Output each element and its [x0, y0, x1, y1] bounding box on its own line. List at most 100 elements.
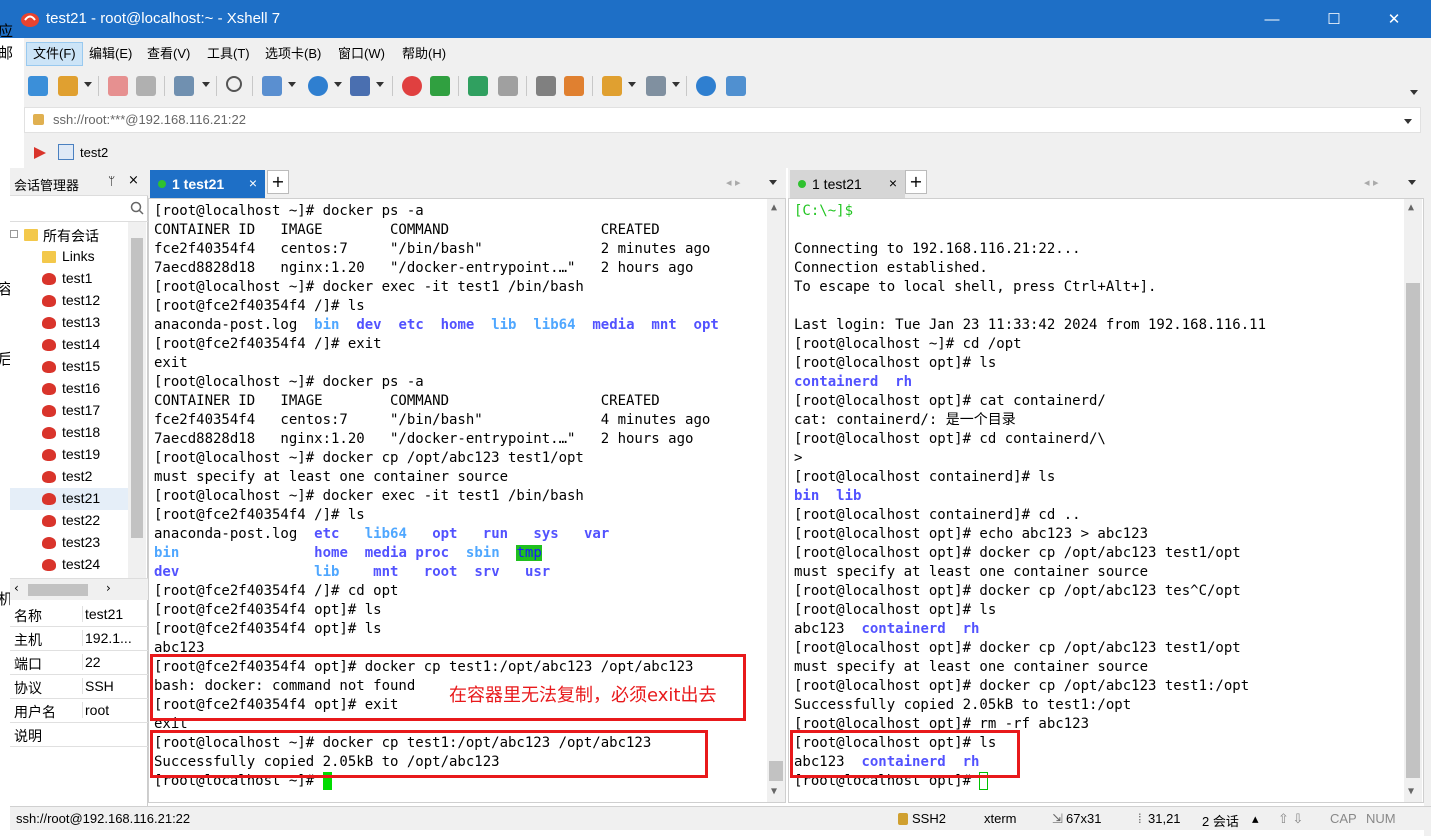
help-icon[interactable] — [696, 76, 716, 96]
right-terminal[interactable]: ▲ ▼ [C:\~]$ Connecting to 192.168.116.21:… — [788, 198, 1424, 803]
session-item-test12[interactable]: test12 — [10, 290, 128, 312]
nav-arrows-icon[interactable]: ⇧ ⇩ — [1278, 811, 1303, 827]
transfer-icon[interactable] — [262, 76, 282, 96]
new-tab-button[interactable]: + — [905, 170, 927, 194]
tree-folder-links[interactable]: Links — [10, 246, 128, 268]
collapse-icon[interactable] — [10, 230, 18, 238]
tab-close-icon[interactable]: × — [249, 175, 257, 191]
property-key: 端口 — [14, 656, 42, 672]
scroll-right-icon[interactable]: › — [106, 581, 111, 595]
search-icon[interactable] — [226, 76, 242, 92]
address-input[interactable]: ssh://root:***@192.168.116.21:22 — [24, 107, 1421, 133]
session-item-test17[interactable]: test17 — [10, 400, 128, 422]
session-item-test19[interactable]: test19 — [10, 444, 128, 466]
tab-test21-left[interactable]: 1 test21 × — [150, 170, 265, 198]
session-item-test21[interactable]: test21 — [10, 488, 128, 510]
toolbar-separator — [526, 76, 527, 96]
scroll-up-icon[interactable]: ▲ — [1408, 202, 1414, 213]
session-item-test22[interactable]: test22 — [10, 510, 128, 532]
line-text: Last login: Tue Jan 23 11:33:42 2024 fro… — [794, 317, 1267, 333]
tab-list-dropdown-icon[interactable] — [769, 180, 777, 185]
line-text: [root@localhost ~]# docker cp /opt/abc12… — [154, 450, 584, 466]
menu-tabs[interactable]: 选项卡(B) — [259, 43, 327, 65]
menu-help[interactable]: 帮助(H) — [396, 43, 452, 65]
tab-scroll-arrows[interactable]: ◂ ▸ — [726, 176, 741, 189]
new-tab-icon[interactable] — [602, 76, 622, 96]
session-tree-scrollbar[interactable] — [128, 222, 146, 578]
left-terminal-scrollbar[interactable]: ▲ ▼ — [767, 199, 785, 802]
menu-window[interactable]: 窗口(W) — [332, 43, 391, 65]
connect-icon[interactable] — [108, 76, 128, 96]
lock-icon[interactable] — [498, 76, 518, 96]
tab-test21-right[interactable]: 1 test21 × — [790, 170, 905, 198]
menu-tools[interactable]: 工具(T) — [201, 43, 256, 65]
layout-icon[interactable] — [646, 76, 666, 96]
session-item-test18[interactable]: test18 — [10, 422, 128, 444]
chevron-down-icon[interactable] — [628, 82, 636, 87]
session-item-test24[interactable]: test24 — [10, 554, 128, 576]
session-item-test2[interactable]: test2 — [10, 466, 128, 488]
chat-icon[interactable] — [726, 76, 746, 96]
highlight-icon[interactable] — [564, 76, 584, 96]
minimize-button[interactable]: — — [1249, 0, 1295, 38]
close-button[interactable]: ✕ — [1371, 0, 1417, 38]
bookmark-icon[interactable] — [32, 145, 48, 161]
maximize-button[interactable]: ☐ — [1311, 0, 1357, 38]
tree-root[interactable]: 所有会话 — [10, 224, 128, 246]
scroll-thumb[interactable] — [769, 761, 783, 781]
chevron-down-icon[interactable] — [84, 82, 92, 87]
menu-view[interactable]: 查看(V) — [141, 43, 196, 65]
keyboard-icon[interactable] — [536, 76, 556, 96]
session-item-test23[interactable]: test23 — [10, 532, 128, 554]
sessions-up-icon[interactable]: ▴ — [1252, 811, 1259, 827]
chevron-down-icon[interactable] — [334, 82, 342, 87]
quick-session-link[interactable]: test2 — [80, 145, 108, 160]
session-tree-hscrollbar[interactable]: ‹ › — [10, 578, 148, 600]
hscroll-thumb[interactable] — [28, 584, 88, 596]
right-terminal-scrollbar[interactable]: ▲ ▼ — [1404, 199, 1422, 802]
fullscreen-icon[interactable] — [468, 76, 488, 96]
session-item-test14[interactable]: test14 — [10, 334, 128, 356]
terminal-line: [root@fce2f40354f4 /]# ls — [154, 297, 365, 316]
session-search-input[interactable] — [10, 196, 148, 222]
scroll-thumb[interactable] — [131, 238, 143, 538]
address-dropdown-icon[interactable] — [1404, 119, 1412, 124]
session-item-test15[interactable]: test15 — [10, 356, 128, 378]
xftp-icon[interactable] — [430, 76, 450, 96]
session-icon — [42, 339, 56, 351]
menu-edit[interactable]: 编辑(E) — [83, 43, 138, 65]
close-panel-icon[interactable]: × — [128, 173, 139, 188]
left-terminal[interactable]: ▲ ▼ [root@localhost ~]# docker ps -a CONT… — [148, 198, 786, 803]
xshell-icon[interactable] — [402, 76, 422, 96]
menu-file[interactable]: 文件(F) — [26, 42, 83, 66]
properties-icon[interactable] — [174, 76, 194, 96]
scroll-up-icon[interactable]: ▲ — [771, 202, 777, 213]
tab-list-dropdown-icon[interactable] — [1408, 180, 1416, 185]
scroll-thumb[interactable] — [1406, 283, 1420, 778]
chevron-down-icon[interactable] — [288, 82, 296, 87]
session-manager-panel: 会话管理器 ᛘ × 所有会话 Links test1 test12 test13 te… — [10, 168, 148, 808]
new-session-icon[interactable] — [28, 76, 48, 96]
scroll-left-icon[interactable]: ‹ — [14, 581, 19, 595]
tab-close-icon[interactable]: × — [889, 175, 897, 191]
chevron-down-icon[interactable] — [202, 82, 210, 87]
pin-icon[interactable]: ᛘ — [108, 174, 115, 188]
status-sessions[interactable]: 2 会话 — [1202, 811, 1239, 830]
session-item-test13[interactable]: test13 — [10, 312, 128, 334]
new-tab-button[interactable]: + — [267, 170, 289, 194]
font-icon[interactable] — [350, 76, 370, 96]
session-item-test16[interactable]: test16 — [10, 378, 128, 400]
scroll-down-icon[interactable]: ▼ — [771, 786, 777, 797]
size-icon: ⇲ — [1052, 811, 1063, 826]
open-folder-icon[interactable] — [58, 76, 78, 96]
globe-icon[interactable] — [308, 76, 328, 96]
tab-scroll-arrows[interactable]: ◂ ▸ — [1364, 176, 1379, 189]
session-item-test1[interactable]: test1 — [10, 268, 128, 290]
chevron-down-icon[interactable] — [376, 82, 384, 87]
terminal-line: [root@localhost opt]# cd containerd/\ — [794, 430, 1106, 449]
disconnect-icon[interactable] — [136, 76, 156, 96]
chevron-down-icon[interactable] — [672, 82, 680, 87]
toolbar-overflow-icon[interactable] — [1410, 90, 1418, 95]
scroll-down-icon[interactable]: ▼ — [1408, 786, 1414, 797]
